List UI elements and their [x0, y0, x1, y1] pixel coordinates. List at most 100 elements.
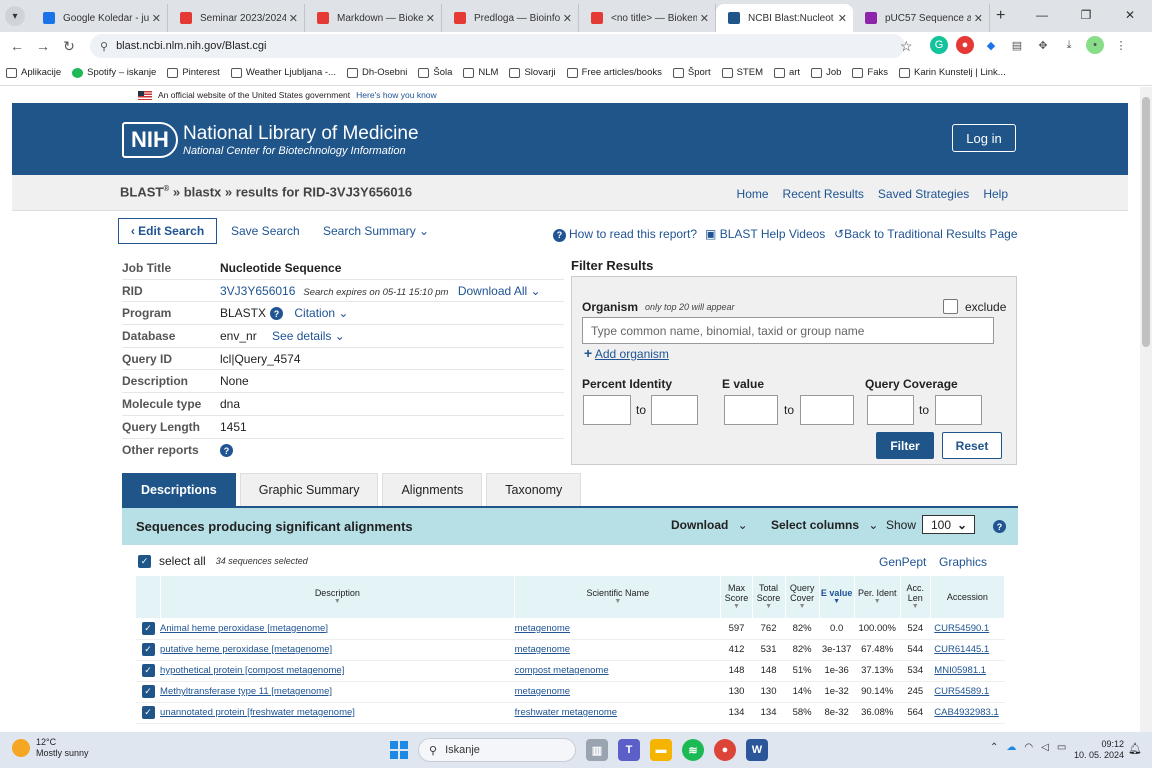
login-button[interactable]: Log in	[952, 124, 1016, 152]
header-scientific-name[interactable]: Scientific Name ▼	[514, 576, 722, 618]
select-all-checkbox[interactable]: ✓	[138, 554, 151, 568]
file-explorer-icon[interactable]: ▬	[650, 739, 672, 761]
row-checkbox[interactable]: ✓	[141, 685, 155, 698]
taskbar-search[interactable]: ⚲ Iskanje	[418, 738, 576, 762]
exclude-checkbox[interactable]	[943, 299, 958, 314]
edit-search-button[interactable]: ‹ Edit Search	[118, 218, 217, 244]
nav-recent-results[interactable]: Recent Results	[783, 187, 864, 201]
evalue-min[interactable]	[724, 395, 778, 425]
bookmark-item[interactable]: Slovarji	[509, 67, 556, 78]
help-icon[interactable]: ?	[220, 444, 233, 458]
download-icon[interactable]: ⤓	[1060, 36, 1078, 54]
weather-widget[interactable]: 12°C Mostly sunny	[12, 737, 89, 759]
reset-button[interactable]: Reset	[942, 432, 1002, 459]
nav-saved-strategies[interactable]: Saved Strategies	[878, 187, 969, 201]
url-bar[interactable]: ⚲ blast.ncbi.nlm.nih.gov/Blast.cgi	[90, 34, 905, 58]
windows-start-icon[interactable]	[390, 741, 408, 759]
select-columns-dropdown[interactable]: Select columns ⌄	[771, 518, 878, 532]
bookmark-item[interactable]: art	[773, 67, 800, 78]
header-evalue[interactable]: E value ▼	[819, 576, 855, 618]
tab-close-icon[interactable]: ✕	[289, 12, 298, 25]
show-select[interactable]: 100 ⌄	[922, 515, 975, 534]
bookmark-item[interactable]: Šola	[418, 67, 452, 78]
bookmark-item[interactable]: Dh-Osebni	[346, 67, 407, 78]
download-dropdown[interactable]: Download ⌄	[671, 518, 748, 532]
header-description[interactable]: Description ▼	[160, 576, 516, 618]
battery-icon[interactable]: ▭	[1057, 742, 1066, 753]
bookmark-item[interactable]: Free articles/books	[566, 67, 662, 78]
accession-link[interactable]: CUR61445.1	[934, 644, 989, 655]
percent-identity-max[interactable]	[651, 395, 698, 425]
tab-search-button[interactable]: ▾	[5, 6, 25, 26]
genpept-link[interactable]: GenPept	[879, 555, 926, 569]
header-acc-len[interactable]: Acc. Len ▼	[900, 576, 931, 618]
how-to-read-link[interactable]: ? How to read this report?	[553, 227, 697, 242]
tab-close-icon[interactable]: ✕	[426, 12, 435, 25]
profile-avatar[interactable]: •	[1086, 36, 1104, 54]
scientific-name-link[interactable]: compost metagenome	[515, 665, 609, 676]
scrollbar-thumb[interactable]	[1142, 97, 1150, 347]
bookmark-item[interactable]: Karin Kunstelj | Link...	[899, 67, 1006, 78]
bookmark-item[interactable]: Weather Ljubljana -...	[230, 67, 336, 78]
tab-graphic-summary[interactable]: Graphic Summary	[239, 473, 379, 506]
chrome-icon[interactable]: ●	[714, 739, 736, 761]
close-window-button[interactable]: ✕	[1108, 0, 1152, 30]
bookmark-item[interactable]: Aplikacije	[6, 67, 61, 78]
tab-close-icon[interactable]: ✕	[838, 12, 847, 25]
browser-tab[interactable]: NCBI Blast:Nucleotide ✕	[716, 4, 853, 32]
citation-link[interactable]: Citation ⌄	[294, 306, 348, 320]
scientific-name-link[interactable]: freshwater metagenome	[515, 707, 617, 718]
browser-tab[interactable]: pUC57 Sequence and✕	[853, 4, 990, 32]
teams-icon[interactable]: T	[618, 739, 640, 761]
accession-link[interactable]: MNI05981.1	[934, 665, 986, 676]
bookmark-item[interactable]: NLM	[463, 67, 498, 78]
scientific-name-link[interactable]: metagenome	[515, 623, 570, 634]
minimize-button[interactable]: —	[1020, 0, 1064, 30]
help-icon[interactable]: ?	[270, 307, 284, 321]
accession-link[interactable]: CUR54590.1	[934, 623, 989, 634]
description-link[interactable]: hypothetical protein [compost metagenome…	[160, 665, 344, 676]
download-all-link[interactable]: Download All ⌄	[458, 284, 541, 298]
browser-tab[interactable]: <no title> — Biokemij ✕	[579, 4, 716, 32]
onedrive-icon[interactable]: ☁	[1006, 742, 1016, 753]
header-max-score[interactable]: Max Score ▼	[720, 576, 753, 618]
bookmark-item[interactable]: Spotify – iskanje	[72, 67, 156, 78]
header-accession[interactable]: Accession	[930, 576, 1006, 618]
bookmark-star-icon[interactable]: ☆	[900, 38, 913, 55]
save-search-link[interactable]: Save Search	[231, 224, 300, 238]
tab-alignments[interactable]: Alignments	[382, 473, 483, 506]
browser-tab[interactable]: Google Koledar - junij✕	[31, 4, 168, 32]
crumb-program[interactable]: blastx	[184, 184, 222, 199]
description-link[interactable]: putative heme peroxidase [metagenome]	[160, 644, 332, 655]
crumb-blast[interactable]: BLAST	[120, 184, 163, 199]
bookmark-item[interactable]: Faks	[852, 67, 888, 78]
site-title[interactable]: National Library of Medicine	[183, 123, 419, 145]
new-tab-button[interactable]: +	[996, 7, 1005, 25]
notification-bell-icon[interactable]: 🔔︎	[1128, 742, 1142, 755]
wifi-icon[interactable]: ◠	[1024, 742, 1033, 753]
tab-close-icon[interactable]: ✕	[974, 12, 983, 25]
search-summary-dropdown[interactable]: Search Summary ⌄	[323, 224, 429, 238]
tab-close-icon[interactable]: ✕	[563, 12, 572, 25]
help-videos-link[interactable]: ▣ BLAST Help Videos	[705, 227, 825, 241]
bookmark-item[interactable]: Šport	[672, 67, 711, 78]
add-organism-link[interactable]: + Add organism	[584, 345, 669, 361]
extension-icon[interactable]: ●	[956, 36, 974, 54]
see-details-link[interactable]: See details ⌄	[272, 329, 345, 343]
page-scrollbar[interactable]	[1140, 87, 1152, 732]
grammarly-icon[interactable]: G	[930, 36, 948, 54]
browser-tab[interactable]: Seminar 2023/2024 —✕	[168, 4, 305, 32]
query-coverage-min[interactable]	[867, 395, 914, 425]
evalue-max[interactable]	[800, 395, 854, 425]
organism-input[interactable]: Type common name, binomial, taxid or gro…	[582, 317, 994, 344]
extension-icon[interactable]: ◆	[982, 36, 1000, 54]
header-query-cover[interactable]: Query Cover ▼	[785, 576, 820, 618]
maximize-button[interactable]: ❐	[1064, 0, 1108, 30]
row-checkbox[interactable]: ✓	[141, 643, 155, 656]
description-link[interactable]: Methyltransferase type 11 [metagenome]	[160, 686, 332, 697]
row-checkbox[interactable]: ✓	[141, 621, 155, 635]
back-traditional-link[interactable]: ↺Back to Traditional Results Page	[834, 227, 1018, 241]
clock[interactable]: 09:12 10. 05. 2024	[1074, 739, 1124, 761]
task-view-icon[interactable]: ▥	[586, 739, 608, 761]
graphics-link[interactable]: Graphics	[939, 555, 987, 569]
